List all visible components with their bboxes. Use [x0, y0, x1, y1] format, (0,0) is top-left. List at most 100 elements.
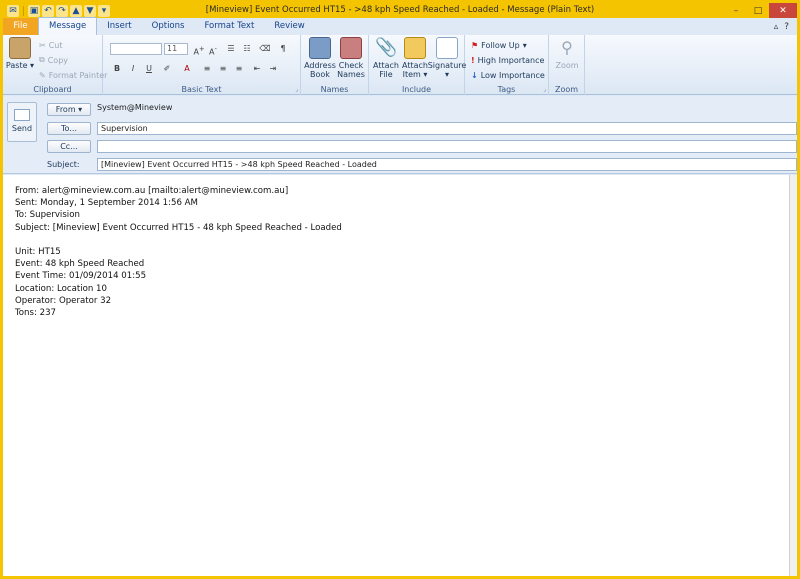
ribbon: Paste ▾ ✂ Cut ⧉ Copy ✎ Format Painter Clipb…	[3, 35, 797, 95]
outlook-message-window: ✉ ▣ ↶ ↷ ▲ ▼ ▾ [Mineview] Event Occurred …	[3, 3, 797, 576]
format-painter-button[interactable]: ✎ Format Painter	[39, 69, 107, 81]
body-line: Subject: [Mineview] Event Occurred HT15 …	[15, 222, 342, 233]
message-header: Send From ▾ System@Mineview To... Superv…	[3, 96, 797, 174]
from-value: System@Mineview	[97, 103, 173, 112]
body-line: Location: Location 10	[15, 283, 107, 294]
signature-button[interactable]: Signature ▾	[427, 37, 467, 79]
align-center-icon[interactable]: ≡	[216, 63, 230, 75]
font-color-icon[interactable]: A	[180, 63, 194, 75]
undo-icon[interactable]: ↶	[42, 4, 54, 17]
address-book-button[interactable]: Address Book	[303, 37, 337, 79]
scissors-icon: ✂	[39, 40, 46, 50]
clear-formatting-icon[interactable]: ⌫	[258, 43, 272, 55]
body-line: Unit: HT15	[15, 247, 61, 257]
up-arrow-icon[interactable]: ▲	[70, 4, 82, 17]
increase-indent-icon[interactable]: ⇥	[266, 63, 280, 75]
help-icon[interactable]: ?	[784, 22, 789, 32]
title-bar: ✉ ▣ ↶ ↷ ▲ ▼ ▾ [Mineview] Event Occurred …	[3, 3, 797, 18]
zoom-group: ⚲ Zoom Zoom	[549, 35, 585, 95]
include-label: Include	[401, 85, 432, 94]
clipboard-group: Paste ▾ ✂ Cut ⧉ Copy ✎ Format Painter Clipb…	[3, 35, 107, 95]
ribbon-tabs: File Message Insert Options Format Text …	[3, 17, 797, 35]
copy-icon: ⧉	[39, 55, 45, 64]
customize-toolbar-icon[interactable]: ▾	[98, 4, 110, 17]
low-importance-button[interactable]: ↓ Low Importance	[471, 69, 545, 81]
tab-review[interactable]: Review	[264, 18, 314, 35]
basic-text-label: Basic Text	[181, 85, 222, 94]
highlight-icon[interactable]: ✐	[160, 63, 174, 75]
subject-label: Subject:	[47, 160, 80, 169]
to-button[interactable]: To...	[47, 122, 91, 135]
brush-icon: ✎	[39, 70, 46, 80]
zoom-button[interactable]: ⚲ Zoom	[550, 37, 584, 70]
flag-icon: ⚑	[471, 40, 479, 50]
cc-field[interactable]	[97, 140, 797, 153]
address-book-icon	[309, 37, 331, 59]
shrink-font-icon[interactable]: A-	[206, 43, 220, 57]
vertical-scrollbar[interactable]	[789, 175, 797, 576]
save-icon[interactable]: ▣	[28, 4, 40, 17]
body-line: Tons: 237	[15, 308, 56, 319]
zoom-label: Zoom	[554, 85, 579, 94]
basic-text-group: 11 A+ A- ☰ ☷ ⌫ ¶ B I U ✐ A ≡ ≡ ≡ ⇤ ⇥ Bas…	[103, 35, 301, 95]
body-line	[15, 234, 789, 246]
styles-icon[interactable]: ¶	[276, 43, 290, 55]
paperclip-icon: 📎	[375, 37, 398, 58]
down-arrow-icon: ↓	[471, 70, 478, 80]
align-left-icon[interactable]: ≡	[200, 63, 214, 75]
underline-icon[interactable]: U	[142, 63, 156, 75]
envelope-icon	[404, 37, 426, 59]
include-group: 📎 Attach File Attach Item ▾ Signature ▾ …	[369, 35, 467, 95]
bullets-icon[interactable]: ☰	[224, 43, 238, 55]
to-field[interactable]: Supervision	[97, 122, 797, 135]
body-line: Sent: Monday, 1 September 2014 1:56 AM	[15, 198, 198, 209]
body-line: To: Supervision	[15, 210, 80, 221]
cut-button[interactable]: ✂ Cut	[39, 39, 63, 51]
check-names-icon	[340, 37, 362, 59]
tab-file[interactable]: File	[3, 18, 38, 35]
magnifier-icon: ⚲	[561, 38, 573, 57]
maximize-icon[interactable]: □	[747, 3, 769, 18]
send-icon	[14, 109, 30, 121]
decrease-indent-icon[interactable]: ⇤	[250, 63, 264, 75]
italic-icon[interactable]: I	[126, 63, 140, 75]
down-arrow-icon[interactable]: ▼	[84, 4, 96, 17]
names-label: Names	[320, 85, 349, 94]
clipboard-label: Clipboard	[33, 85, 72, 94]
check-names-button[interactable]: Check Names	[334, 37, 368, 79]
minimize-ribbon-icon[interactable]: ▵	[774, 22, 779, 32]
cc-button[interactable]: Cc...	[47, 140, 91, 153]
quick-access-toolbar: ✉ ▣ ↶ ↷ ▲ ▼ ▾	[3, 3, 110, 18]
tab-options[interactable]: Options	[142, 18, 195, 35]
tab-insert[interactable]: Insert	[97, 18, 141, 35]
names-group: Address Book Check Names Names	[301, 35, 369, 95]
tab-format-text[interactable]: Format Text	[194, 18, 264, 35]
clipboard-icon	[9, 37, 31, 59]
subject-field[interactable]: [Mineview] Event Occurred HT15 - >48 kph…	[97, 158, 797, 171]
tab-message[interactable]: Message	[38, 17, 98, 35]
follow-up-button[interactable]: ⚑ Follow Up ▾	[471, 39, 527, 51]
align-right-icon[interactable]: ≡	[232, 63, 246, 75]
send-button[interactable]: Send	[7, 102, 37, 142]
font-size-combo[interactable]: 11	[164, 43, 188, 55]
message-body[interactable]: From: alert@mineview.com.au [mailto:aler…	[3, 175, 789, 576]
paste-button[interactable]: Paste ▾	[5, 37, 35, 70]
outlook-icon[interactable]: ✉	[7, 4, 19, 17]
bold-icon[interactable]: B	[110, 63, 124, 75]
window-title: [Mineview] Event Occurred HT15 - >48 kph…	[205, 5, 595, 15]
numbering-icon[interactable]: ☷	[240, 43, 254, 55]
close-icon[interactable]: ✕	[769, 3, 797, 18]
from-button[interactable]: From ▾	[47, 103, 91, 116]
font-name-combo[interactable]	[110, 43, 162, 55]
window-controls: – □ ✕	[725, 3, 797, 18]
minimize-icon[interactable]: –	[725, 3, 747, 18]
dialog-launcher-icon[interactable]: ⌟	[295, 86, 298, 93]
redo-icon[interactable]: ↷	[56, 4, 68, 17]
copy-button[interactable]: ⧉ Copy	[39, 54, 68, 66]
dialog-launcher-icon[interactable]: ⌟	[543, 86, 546, 93]
body-line: Operator: Operator 32	[15, 295, 112, 306]
tags-group: ⚑ Follow Up ▾ ! High Importance ↓ Low Impor…	[465, 35, 549, 95]
signature-icon	[436, 37, 458, 59]
grow-font-icon[interactable]: A+	[192, 43, 206, 57]
high-importance-button[interactable]: ! High Importance	[471, 54, 544, 66]
